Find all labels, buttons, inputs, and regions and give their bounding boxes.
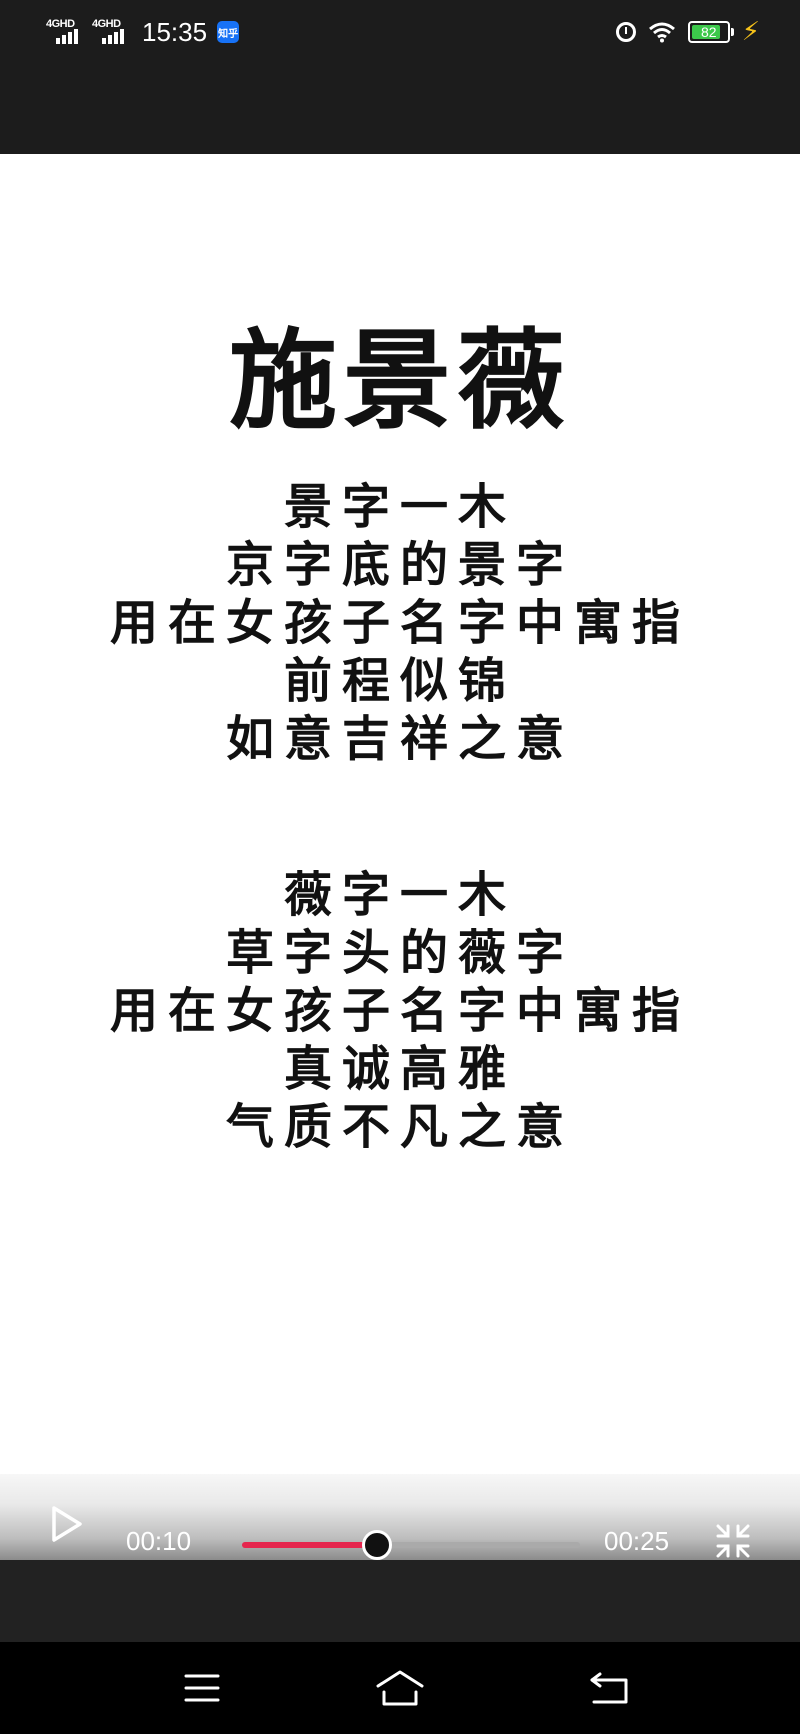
play-icon xyxy=(52,1506,82,1542)
video-frame[interactable]: 施景薇 景字一木 京字底的景字 用在女孩子名字中寓指 前程似锦 如意吉祥之意 薇… xyxy=(0,154,800,1474)
alarm-icon xyxy=(615,22,636,42)
clock: 15:35 xyxy=(142,16,208,47)
signal-icon-2: 4GHD xyxy=(92,18,128,46)
back-icon xyxy=(590,1672,628,1704)
home-icon xyxy=(376,1670,424,1706)
stanza-line: 薇字一木 xyxy=(283,867,516,923)
wifi-icon xyxy=(648,21,676,43)
exit-fullscreen-icon xyxy=(716,1524,750,1558)
total-time: 00:25 xyxy=(604,1526,670,1556)
stanza-line: 用在女孩子名字中寓指 xyxy=(109,983,690,1039)
battery-icon: 82 xyxy=(687,21,734,43)
progress-played xyxy=(242,1542,378,1548)
video-bottom-bar xyxy=(0,1560,800,1642)
stanza-1: 景字一木 京字底的景字 用在女孩子名字中寓指 前程似锦 如意吉祥之意 xyxy=(0,478,800,768)
menu-icon xyxy=(184,1674,220,1702)
back-button[interactable] xyxy=(586,1668,634,1708)
stanza-line: 景字一木 xyxy=(283,479,516,535)
app-badge-icon: 知乎 xyxy=(217,21,240,43)
menu-button[interactable] xyxy=(178,1668,226,1708)
stanza-line: 京字底的景字 xyxy=(225,537,574,593)
stanza-line: 如意吉祥之意 xyxy=(225,711,574,767)
stanza-line: 草字头的薇字 xyxy=(225,925,574,981)
stanza-line: 前程似锦 xyxy=(283,653,516,709)
stanza-line: 真诚高雅 xyxy=(283,1041,516,1097)
stanza-line: 气质不凡之意 xyxy=(225,1099,574,1155)
status-bar: 4GHD 4GHD 15:35 知乎 82 ⚡ xyxy=(0,0,800,154)
exit-fullscreen-button[interactable] xyxy=(714,1522,752,1560)
stanza-line: 用在女孩子名字中寓指 xyxy=(109,595,690,651)
video-controls: 00:10 00:25 xyxy=(0,1474,800,1560)
charging-icon: ⚡ xyxy=(741,17,760,47)
system-nav-bar xyxy=(0,1642,800,1734)
page-title: 施景薇 xyxy=(228,318,571,444)
current-time: 00:10 xyxy=(126,1526,192,1556)
home-button[interactable] xyxy=(374,1668,424,1708)
signal-icon: 4GHD xyxy=(46,18,82,46)
play-button[interactable] xyxy=(50,1504,84,1544)
progress-track[interactable] xyxy=(242,1542,580,1548)
progress-handle[interactable] xyxy=(362,1530,393,1560)
stanza-2: 薇字一木 草字头的薇字 用在女孩子名字中寓指 真诚高雅 气质不凡之意 xyxy=(0,866,800,1156)
